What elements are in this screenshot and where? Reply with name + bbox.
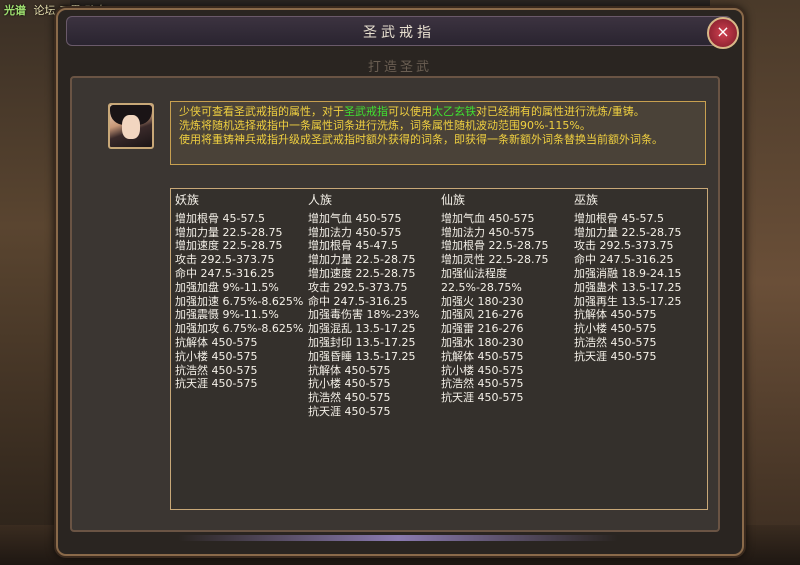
attribute-line: 加强昏睡 13.5-17.25	[308, 349, 416, 363]
attribute-line: 命中 247.5-316.25	[175, 266, 275, 280]
attribute-line: 加强毒伤害 18%-23%	[308, 308, 420, 322]
attribute-line: 加强震慑 9%-11.5%	[175, 308, 279, 322]
game-logo: 光谱	[4, 4, 26, 17]
attribute-line: 抗解体 450-575	[175, 335, 258, 349]
attribute-line: 增加力量 22.5-28.75	[574, 225, 682, 239]
attribute-line: 增加力量 22.5-28.75	[308, 253, 416, 267]
attribute-line: 增加根骨 45-57.5	[175, 211, 265, 225]
window-title: 圣武戒指	[363, 25, 435, 41]
attribute-line: 增加法力 450-575	[308, 225, 402, 239]
title-bar[interactable]: 圣武戒指 ×	[66, 16, 739, 49]
attribute-line: 抗天涯 450-575	[308, 404, 391, 418]
dialog-line-1: 少侠可查看圣武戒指的属性，对于圣武戒指可以使用太乙玄铁对已经拥有的属性进行洗炼/…	[179, 105, 697, 119]
attribute-line: 抗天涯 450-575	[574, 349, 657, 363]
attribute-line: 增加速度 22.5-28.75	[175, 239, 283, 253]
column-yao: 妖族 增加根骨 45-57.5 增加力量 22.5-28.75 增加速度 22.5-…	[175, 193, 309, 391]
attribute-line: 增加根骨 45-47.5	[308, 239, 398, 253]
attribute-line: 抗浩然 450-575	[175, 363, 258, 377]
attribute-line: 命中 247.5-316.25	[308, 294, 408, 308]
decorative-bottom-bar	[178, 535, 618, 541]
attribute-line: 加强仙法程度 22.5%-28.75%	[441, 266, 522, 294]
attribute-line: 抗小楼 450-575	[175, 349, 258, 363]
attribute-line: 加强加速 6.75%-8.625%	[175, 294, 304, 308]
npc-dialog: 少侠可查看圣武戒指的属性，对于圣武戒指可以使用太乙玄铁对已经拥有的属性进行洗炼/…	[170, 101, 706, 165]
avatar-face	[122, 115, 140, 139]
attribute-line: 增加法力 450-575	[441, 225, 535, 239]
attribute-line: 抗浩然 450-575	[574, 335, 657, 349]
attribute-line: 抗天涯 450-575	[441, 391, 524, 405]
attribute-line: 加强封印 13.5-17.25	[308, 335, 416, 349]
column-xian: 仙族 增加气血 450-575 增加法力 450-575 增加根骨 22.5-28.…	[441, 193, 571, 405]
attribute-line: 增加根骨 22.5-28.75	[441, 239, 549, 253]
attribute-line: 抗浩然 450-575	[308, 391, 391, 405]
item-link-iron[interactable]: 太乙玄铁	[432, 105, 476, 118]
npc-avatar	[108, 103, 154, 149]
attribute-line: 抗解体 450-575	[574, 308, 657, 322]
attribute-line: 抗小楼 450-575	[308, 377, 391, 391]
attribute-line: 加强风 216-276	[441, 308, 524, 322]
dialog-text: 可以使用	[388, 105, 432, 118]
column-wu: 巫族 增加根骨 45-57.5 增加力量 22.5-28.75 攻击 292.5-3…	[574, 193, 708, 364]
attribute-line: 抗小楼 450-575	[441, 363, 524, 377]
attribute-line: 加强加盘 9%-11.5%	[175, 280, 279, 294]
attribute-line: 增加气血 450-575	[308, 211, 402, 225]
dialog-line-3: 使用将重铸神兵戒指升级成圣武戒指时额外获得的词条，即获得一条新额外词条替换当前额…	[179, 133, 663, 146]
column-ren: 人族 增加气血 450-575 增加法力 450-575 增加根骨 45-47.5 增…	[308, 193, 442, 419]
attribute-line: 命中 247.5-316.25	[574, 253, 674, 267]
attribute-line: 增加力量 22.5-28.75	[175, 225, 283, 239]
column-header: 仙族	[441, 193, 466, 207]
attribute-line: 增加速度 22.5-28.75	[308, 266, 416, 280]
attribute-line: 抗小楼 450-575	[574, 322, 657, 336]
attribute-line: 加强加攻 6.75%-8.625%	[175, 322, 304, 336]
attribute-line: 增加灵性 22.5-28.75	[441, 253, 549, 267]
attribute-line: 攻击 292.5-373.75	[574, 239, 674, 253]
window-subtitle: 打造圣武	[367, 60, 432, 75]
attribute-line: 增加根骨 45-57.5	[574, 211, 664, 225]
attribute-line: 加强火 180-230	[441, 294, 524, 308]
close-button[interactable]: ×	[707, 17, 739, 49]
attribute-line: 攻击 292.5-373.75	[308, 280, 408, 294]
dialog-text: 少侠可查看圣武戒指的属性，对于	[179, 105, 344, 118]
dialog-text: 对已经拥有的属性进行洗炼/重铸。	[476, 105, 645, 118]
attribute-table: 妖族 增加根骨 45-57.5 增加力量 22.5-28.75 增加速度 22.5-…	[170, 188, 708, 510]
attribute-line: 加强再生 13.5-17.25	[574, 294, 682, 308]
attribute-line: 加强雷 216-276	[441, 322, 524, 336]
attribute-line: 增加气血 450-575	[441, 211, 535, 225]
column-header: 巫族	[574, 193, 599, 207]
attribute-line: 加强水 180-230	[441, 335, 524, 349]
content-panel: 少侠可查看圣武戒指的属性，对于圣武戒指可以使用太乙玄铁对已经拥有的属性进行洗炼/…	[70, 76, 720, 532]
attribute-line: 加强蛊术 13.5-17.25	[574, 280, 682, 294]
dialog-line-2: 洗炼将随机选择戒指中一条属性词条进行洗炼，词条属性随机波动范围90%-115%。	[179, 119, 591, 132]
attribute-line: 加强混乱 13.5-17.25	[308, 322, 416, 336]
attribute-line: 攻击 292.5-373.75	[175, 253, 275, 267]
attribute-line: 抗解体 450-575	[441, 349, 524, 363]
equipment-info-window: 圣武戒指 × 打造圣武 少侠可查看圣武戒指的属性，对于圣武戒指可以使用太乙玄铁对…	[56, 8, 744, 556]
attribute-line: 加强消融 18.9-24.15	[574, 266, 682, 280]
attribute-line: 抗浩然 450-575	[441, 377, 524, 391]
item-link-ring[interactable]: 圣武戒指	[344, 105, 388, 118]
attribute-line: 抗天涯 450-575	[175, 377, 258, 391]
column-header: 人族	[308, 193, 333, 207]
attribute-line: 抗解体 450-575	[308, 363, 391, 377]
column-header: 妖族	[175, 193, 200, 207]
